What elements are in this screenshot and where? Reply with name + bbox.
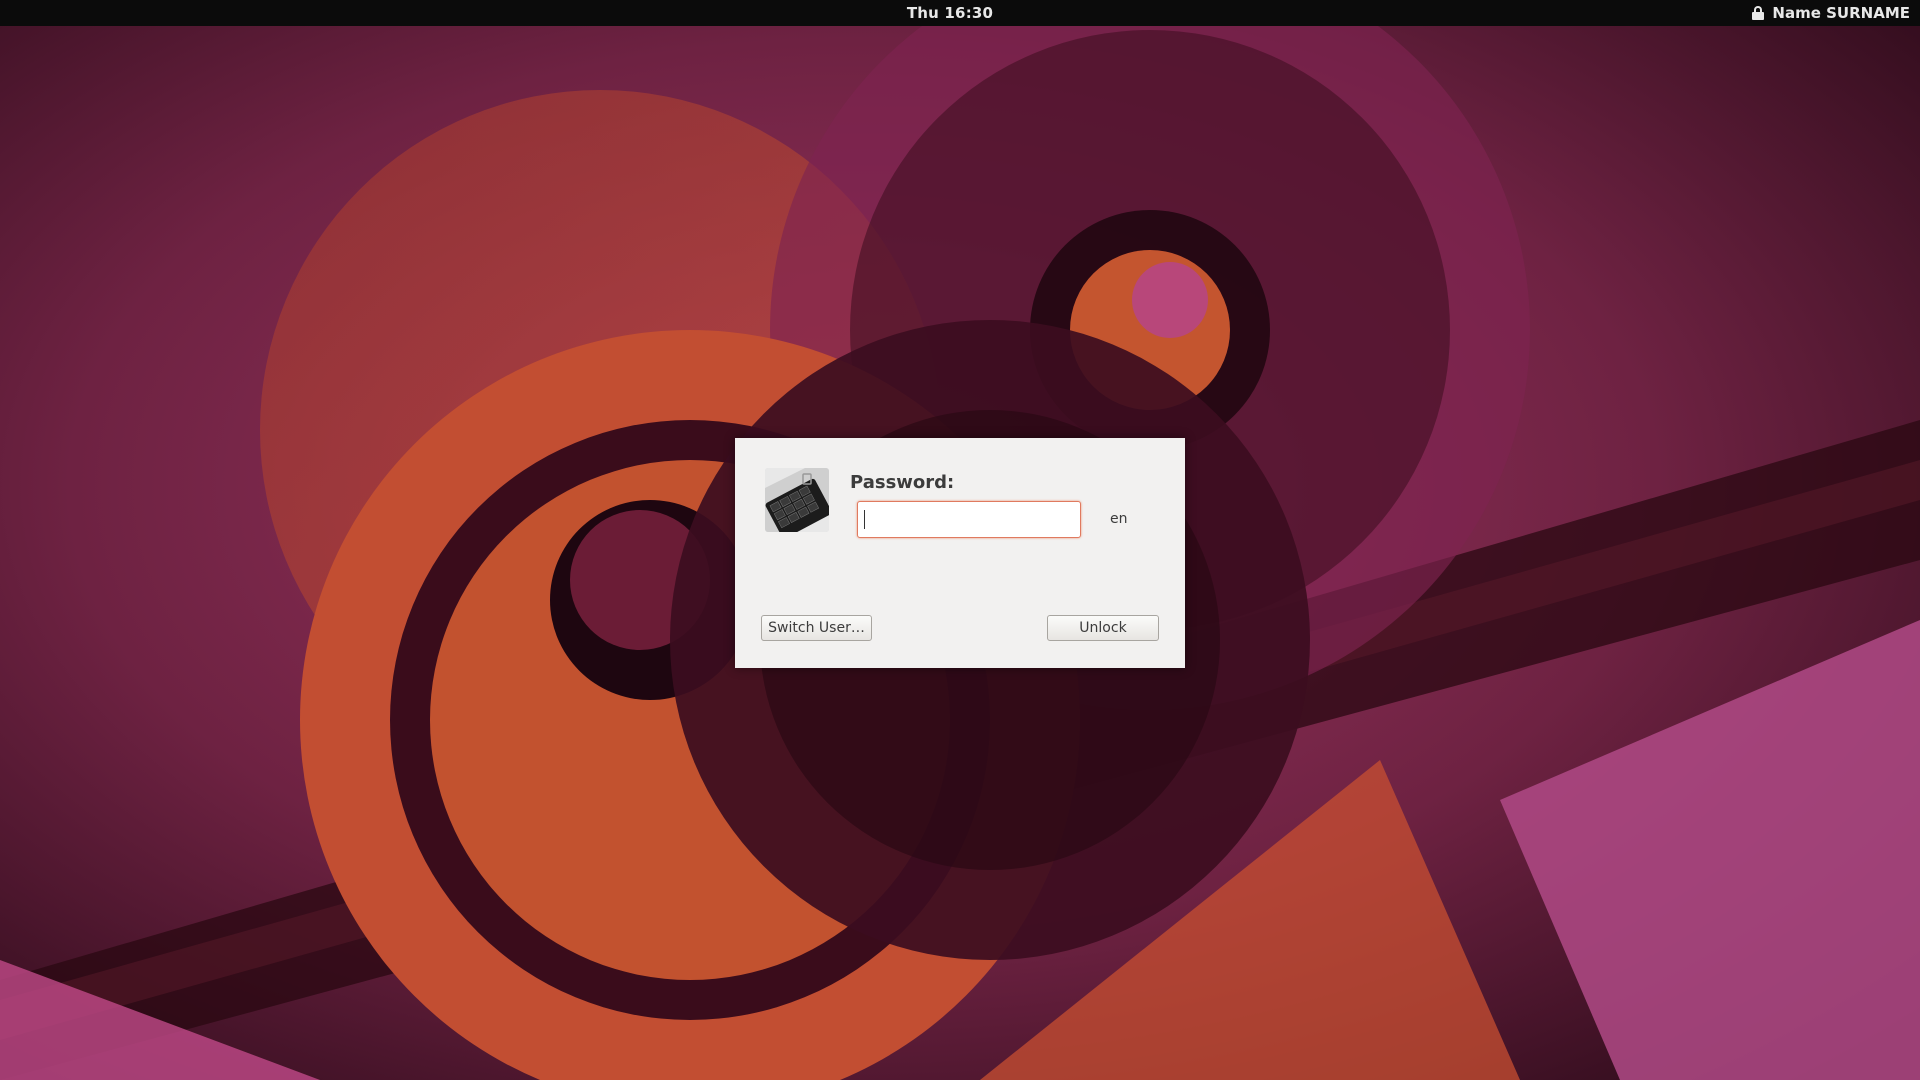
unlock-dialog: Password: en Switch User… Unlock (735, 438, 1185, 668)
switch-user-button[interactable]: Switch User… (761, 615, 872, 641)
top-panel: Thu 16:30 Name SURNAME (0, 0, 1920, 26)
clock[interactable]: Thu 16:30 (0, 4, 1900, 22)
unlock-button[interactable]: Unlock (1047, 615, 1159, 641)
user-menu[interactable]: Name SURNAME (1752, 3, 1910, 23)
user-name: Name SURNAME (1772, 4, 1910, 22)
keyboard-avatar-icon (765, 468, 829, 532)
password-label: Password: (850, 472, 955, 493)
lock-screen: Thu 16:30 Name SURNAME Password: en Swit… (0, 0, 1920, 1080)
keyboard-layout-indicator[interactable]: en (1110, 511, 1128, 527)
lock-icon (1752, 6, 1765, 20)
text-cursor (864, 510, 865, 529)
password-field[interactable] (857, 501, 1081, 538)
